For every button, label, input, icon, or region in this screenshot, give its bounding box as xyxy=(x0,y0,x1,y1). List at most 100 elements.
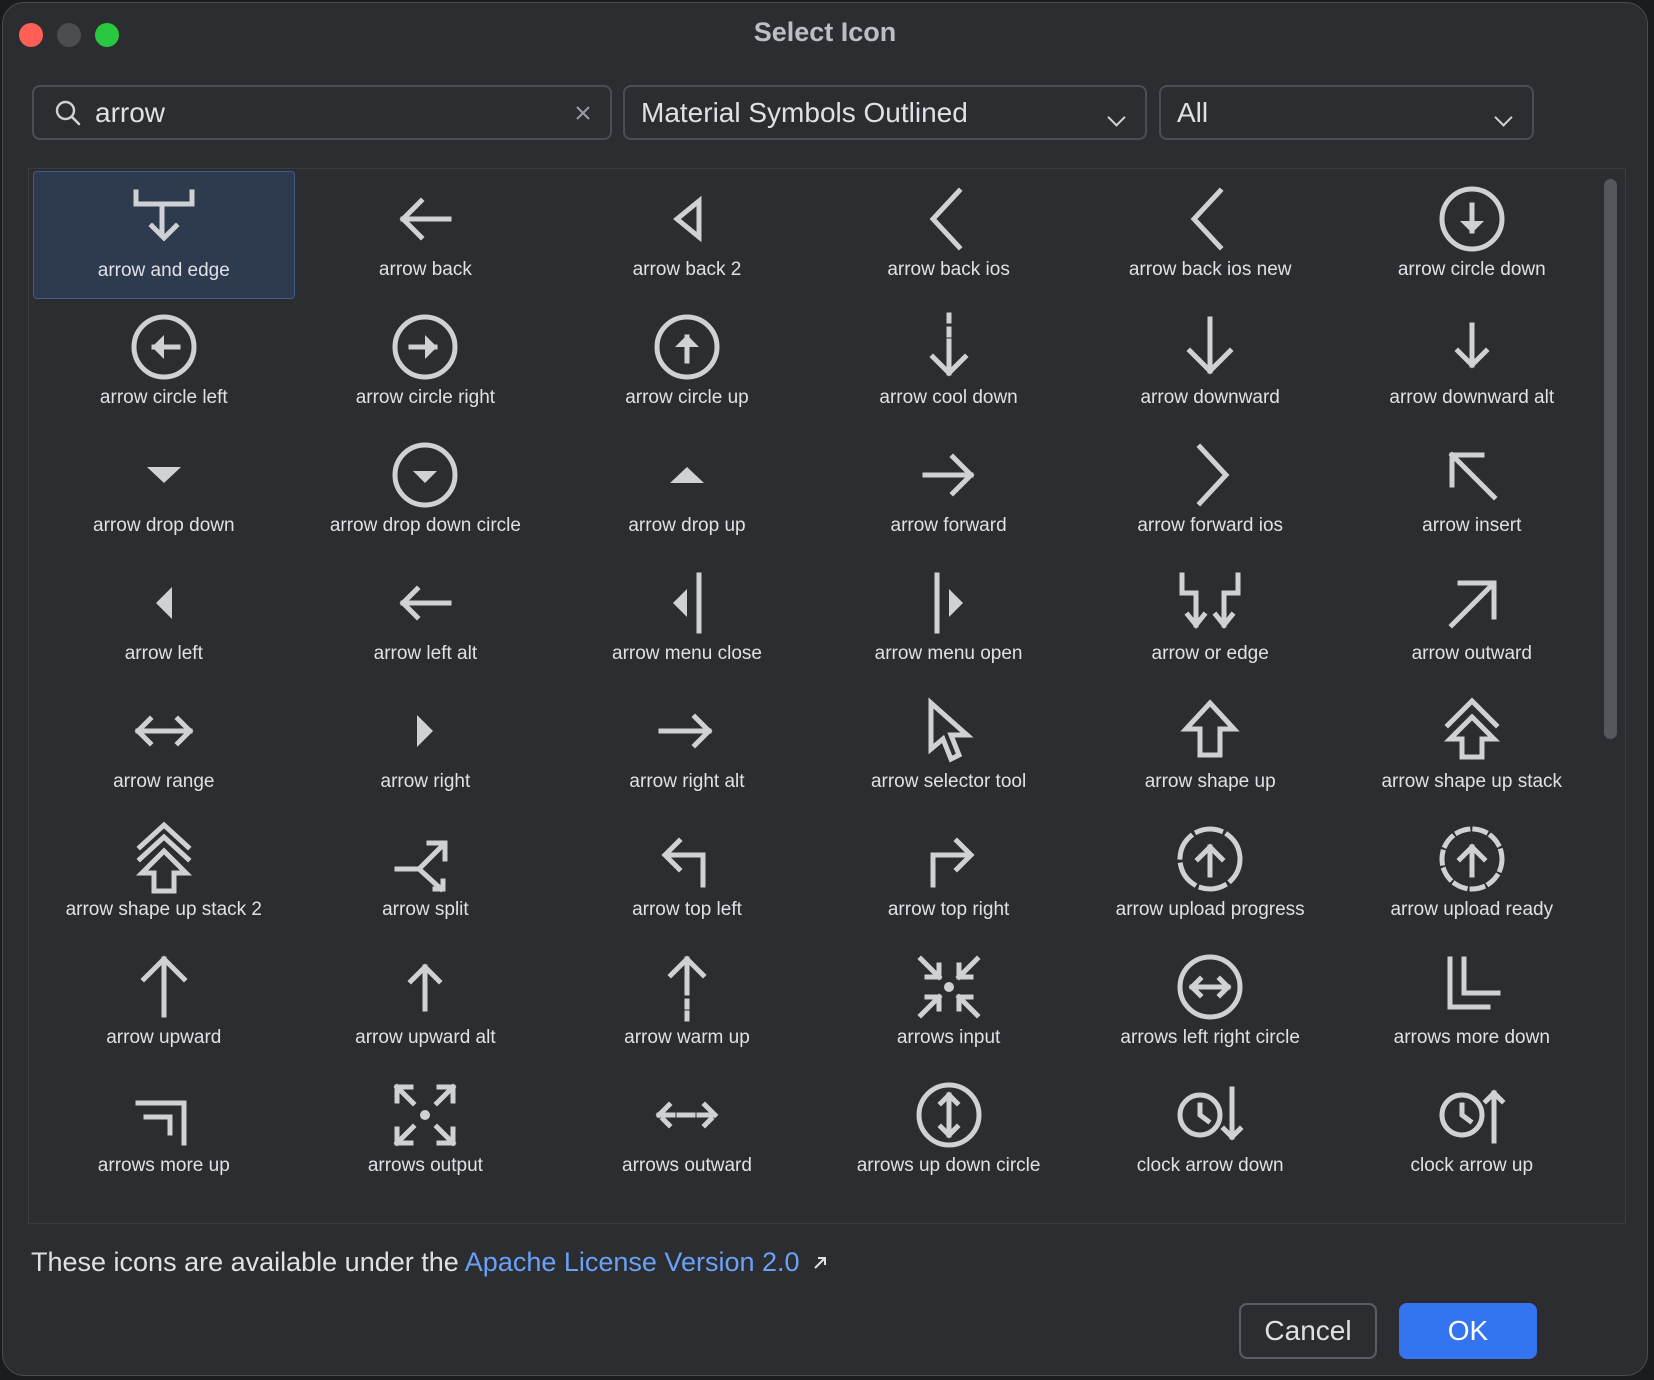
icon-cell[interactable]: arrow and edge xyxy=(33,171,295,299)
icon-label: arrow drop down xyxy=(93,515,235,536)
scrollbar-thumb[interactable] xyxy=(1604,179,1617,739)
icon-cell[interactable]: arrow menu close xyxy=(556,555,818,683)
chevron-down-icon xyxy=(1107,108,1126,127)
arrow-shape-up-stack-icon xyxy=(1443,697,1500,760)
arrow-menu-close-icon xyxy=(672,572,702,634)
icon-cell[interactable] xyxy=(556,1195,818,1223)
icon-cell[interactable]: arrow left alt xyxy=(295,555,557,683)
category-select[interactable]: All xyxy=(1159,85,1534,140)
arrow-downward-icon xyxy=(1186,316,1234,375)
icon-label: arrow insert xyxy=(1422,515,1522,536)
icon-cell[interactable] xyxy=(1079,1195,1341,1223)
icon-cell[interactable]: arrow downward alt xyxy=(1341,299,1603,427)
license-link[interactable]: Apache License Version 2.0 xyxy=(465,1247,800,1277)
icon-cell[interactable]: arrow upload ready xyxy=(1341,811,1603,939)
icon-cell[interactable]: arrow shape up xyxy=(1079,683,1341,811)
icon-cell[interactable]: arrow circle left xyxy=(33,299,295,427)
icon-cell[interactable]: arrows left right circle xyxy=(1079,939,1341,1067)
icon-cell[interactable]: arrow downward xyxy=(1079,299,1341,427)
icon-cell[interactable]: arrow back 2 xyxy=(556,171,818,299)
icon-cell[interactable]: arrows up down circle xyxy=(818,1067,1080,1195)
icon-cell[interactable]: arrow top left xyxy=(556,811,818,939)
icon-cell[interactable]: arrow right xyxy=(295,683,557,811)
icon-cell[interactable]: arrow circle right xyxy=(295,299,557,427)
arrow-left-alt-icon xyxy=(399,585,452,621)
partial-box-icon xyxy=(385,1203,465,1224)
icon-cell[interactable]: arrow selector tool xyxy=(818,683,1080,811)
icon-cell[interactable]: arrow circle down xyxy=(1341,171,1603,299)
icon-cell[interactable]: arrow shape up stack 2 xyxy=(33,811,295,939)
icon-cell[interactable]: arrow right alt xyxy=(556,683,818,811)
icon-cell[interactable]: arrow upward xyxy=(33,939,295,1067)
arrow-shape-up-icon xyxy=(1180,699,1240,758)
ok-button[interactable]: OK xyxy=(1399,1303,1537,1359)
arrow-split-icon xyxy=(394,840,448,893)
icon-cell[interactable]: arrow upward alt xyxy=(295,939,557,1067)
icon-cell[interactable]: arrows outward xyxy=(556,1067,818,1195)
icon-cell[interactable]: arrow cool down xyxy=(818,299,1080,427)
icon-cell[interactable]: arrow circle up xyxy=(556,299,818,427)
icon-cell[interactable]: arrows more down xyxy=(1341,939,1603,1067)
arrow-drop-down-circle-icon xyxy=(392,442,458,508)
icon-label: arrow circle down xyxy=(1397,259,1546,280)
icon-cell[interactable]: arrow forward ios xyxy=(1079,427,1341,555)
icon-set-select[interactable]: Material Symbols Outlined xyxy=(623,85,1147,140)
icon-cell[interactable]: arrow range xyxy=(33,683,295,811)
icon-label: arrow downward alt xyxy=(1389,387,1555,408)
icon-cell[interactable]: arrow split xyxy=(295,811,557,939)
icon-cell[interactable]: arrow outward xyxy=(1341,555,1603,683)
icon-cell[interactable]: arrow insert xyxy=(1341,427,1603,555)
arrow-left-icon xyxy=(155,587,172,619)
clock-arrow-down-icon xyxy=(1177,1086,1244,1141)
arrow-or-edge-icon xyxy=(1179,572,1241,630)
icon-cell[interactable]: arrow back ios xyxy=(818,171,1080,299)
icon-label: arrow back ios xyxy=(887,259,1010,280)
arrow-cool-down-icon xyxy=(929,312,969,377)
icon-cell[interactable]: arrow menu open xyxy=(818,555,1080,683)
license-text: These icons are available under the Apac… xyxy=(31,1247,829,1278)
icon-cell[interactable] xyxy=(818,1195,1080,1224)
arrow-range-icon xyxy=(134,715,194,747)
icon-cell[interactable]: arrow upload progress xyxy=(1079,811,1341,939)
icon-cell[interactable] xyxy=(33,1195,295,1223)
arrow-drop-up-icon xyxy=(669,467,704,483)
icon-cell[interactable]: arrow shape up stack xyxy=(1341,683,1603,811)
arrow-top-left-icon xyxy=(661,837,706,888)
icon-cell[interactable]: clock arrow down xyxy=(1079,1067,1341,1195)
icon-cell[interactable]: arrow top right xyxy=(818,811,1080,939)
icon-cell[interactable]: arrows output xyxy=(295,1067,557,1195)
icon-cell[interactable]: arrows input xyxy=(818,939,1080,1067)
partial-arrow-icon xyxy=(909,1203,989,1224)
icon-cell[interactable]: arrows more up xyxy=(33,1067,295,1195)
cancel-button[interactable]: Cancel xyxy=(1239,1303,1377,1359)
icon-cell[interactable]: arrow or edge xyxy=(1079,555,1341,683)
icon-cell[interactable]: arrow drop up xyxy=(556,427,818,555)
search-field[interactable]: arrow xyxy=(32,85,612,140)
clear-search-icon[interactable] xyxy=(574,104,592,122)
arrow-outward-icon xyxy=(1448,580,1497,629)
icon-cell[interactable]: arrow back xyxy=(295,171,557,299)
icon-cell[interactable]: arrow drop down circle xyxy=(295,427,557,555)
icon-cell[interactable] xyxy=(1341,1195,1603,1223)
icon-label: arrow selector tool xyxy=(870,771,1027,792)
arrow-drop-down-icon xyxy=(146,467,181,483)
arrow-right-alt-icon xyxy=(658,713,713,749)
arrow-downward-alt-icon xyxy=(1454,322,1490,369)
icon-cell[interactable]: arrow left xyxy=(33,555,295,683)
icon-cell[interactable]: arrow forward xyxy=(818,427,1080,555)
icon-label: arrow menu close xyxy=(612,643,762,664)
icon-cell[interactable]: arrow warm up xyxy=(556,939,818,1067)
icon-label: arrow or edge xyxy=(1151,643,1269,664)
icon-label: arrow top left xyxy=(632,899,742,920)
search-input[interactable]: arrow xyxy=(95,97,165,129)
arrow-circle-up-icon xyxy=(654,314,720,380)
icon-label: arrow upward xyxy=(106,1027,222,1048)
icon-label: arrow shape up stack 2 xyxy=(65,899,263,920)
icon-cell[interactable] xyxy=(295,1195,557,1224)
chevron-down-icon xyxy=(1494,108,1513,127)
icon-label: clock arrow down xyxy=(1136,1155,1284,1176)
icon-cell[interactable]: clock arrow up xyxy=(1341,1067,1603,1195)
icon-cell[interactable]: arrow back ios new xyxy=(1079,171,1341,299)
icon-cell[interactable]: arrow drop down xyxy=(33,427,295,555)
arrows-outward-icon xyxy=(655,1101,719,1129)
